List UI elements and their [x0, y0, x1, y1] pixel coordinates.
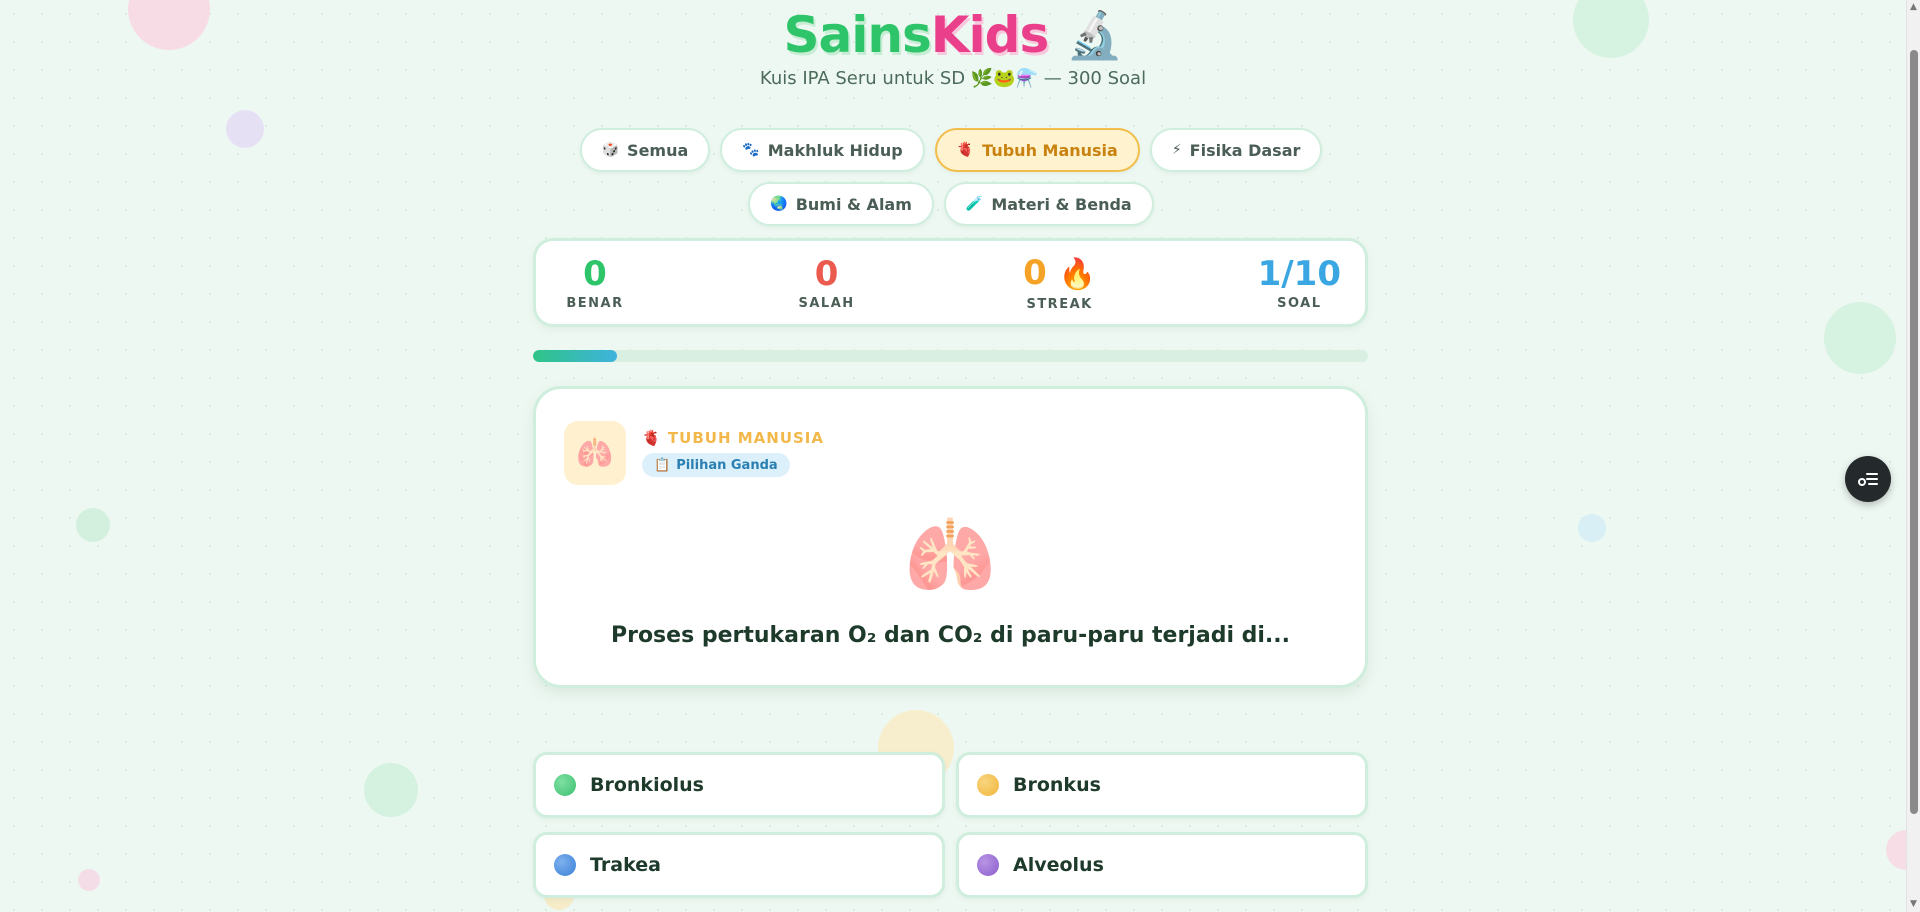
answer-label: Bronkiolus	[590, 774, 704, 796]
globe-icon: 🌏	[770, 196, 788, 212]
paw-icon: 🐾	[742, 142, 760, 158]
lungs-icon: 🫁	[564, 421, 626, 485]
tab-label: Makhluk Hidup	[767, 140, 903, 160]
question-counter: 1/10	[1257, 254, 1341, 294]
answer-label: Trakea	[590, 854, 661, 876]
correct-count: 0	[583, 254, 607, 294]
lightning-icon: ⚡	[1171, 142, 1182, 158]
tab-makhluk-hidup[interactable]: 🐾 Makhluk Hidup	[720, 128, 925, 172]
decor-blob	[226, 110, 264, 148]
question-illustration-lungs-icon: 🫁	[904, 513, 997, 599]
stat-question: 1/10 SOAL	[1258, 254, 1341, 311]
question-category: 🫀 TUBUH MANUSIA	[642, 429, 824, 447]
app-header: SainsKids 🔬 Kuis IPA Seru untuk SD 🌿🐸⚗️ …	[0, 6, 1906, 89]
tab-materi-benda[interactable]: 🧪 Materi & Benda	[943, 182, 1154, 226]
tab-tubuh-manusia[interactable]: 🫀 Tubuh Manusia	[934, 128, 1140, 172]
tab-label: Fisika Dasar	[1189, 140, 1301, 160]
stat-streak: 0 🔥 STREAK	[1023, 253, 1096, 312]
answer-option-1[interactable]: Bronkiolus	[533, 752, 945, 818]
app-subtitle: Kuis IPA Seru untuk SD 🌿🐸⚗️ — 300 Soal	[759, 68, 1147, 89]
quiz-progress-bar	[533, 350, 1368, 362]
decor-blob	[78, 869, 100, 891]
answer-dot	[554, 774, 576, 796]
answer-label: Bronkus	[1013, 774, 1101, 796]
answer-dot	[554, 854, 576, 876]
logo-text-kids: Kids	[930, 6, 1049, 64]
page-scrollbar[interactable]: ▲ ▼	[1906, 0, 1920, 912]
answer-option-2[interactable]: Bronkus	[956, 752, 1368, 818]
question-type-label: Pilihan Ganda	[676, 457, 778, 473]
question-text: Proses pertukaran O₂ dan CO₂ di paru-par…	[610, 623, 1291, 648]
answer-option-4[interactable]: Alveolus	[956, 832, 1368, 898]
streak-label: STREAK	[1026, 297, 1093, 312]
scroll-down-icon[interactable]: ▼	[1910, 899, 1917, 909]
decor-blob	[1578, 514, 1606, 542]
tab-label: Materi & Benda	[991, 194, 1132, 214]
question-type-badge: 📋 Pilihan Ganda	[642, 453, 790, 477]
tab-label: Tubuh Manusia	[982, 140, 1118, 160]
checklist-button[interactable]	[1845, 456, 1891, 502]
stat-correct: 0 BENAR	[560, 254, 630, 311]
decor-blob	[1824, 302, 1896, 374]
heart-organ-icon: 🫀	[642, 429, 662, 447]
scrollbar-thumb[interactable]	[1910, 50, 1918, 814]
answer-dot	[977, 854, 999, 876]
answer-label: Alveolus	[1013, 854, 1104, 876]
checklist-icon	[1858, 473, 1878, 486]
answer-option-3[interactable]: Trakea	[533, 832, 945, 898]
correct-label: BENAR	[566, 296, 624, 311]
tab-semua[interactable]: 🎲 Semua	[579, 128, 711, 172]
quiz-progress-fill	[533, 350, 617, 362]
question-category-label: TUBUH MANUSIA	[667, 429, 824, 447]
dice-icon: 🎲	[601, 142, 620, 158]
heart-organ-icon: 🫀	[956, 142, 975, 158]
scroll-up-icon[interactable]: ▲	[1910, 2, 1917, 12]
tab-bumi-alam[interactable]: 🌏 Bumi & Alam	[748, 182, 934, 226]
answer-dot	[977, 774, 999, 796]
wrong-count: 0	[814, 254, 839, 294]
fire-icon: 🔥	[1058, 257, 1097, 292]
stat-wrong: 0 SALAH	[792, 254, 862, 311]
tab-label: Semua	[627, 140, 689, 160]
tab-fisika-dasar[interactable]: ⚡ Fisika Dasar	[1149, 128, 1323, 172]
app-logo: SainsKids 🔬	[783, 6, 1124, 64]
question-label: SOAL	[1277, 296, 1322, 311]
test-tube-icon: 🧪	[965, 196, 984, 212]
microscope-icon: 🔬	[1066, 7, 1123, 62]
tab-label: Bumi & Alam	[795, 194, 912, 214]
question-card: 🫁 🫀 TUBUH MANUSIA 📋 Pilihan Ganda 🫁 Prose…	[533, 386, 1368, 688]
score-panel: 0 BENAR 0 SALAH 0 🔥 STREAK 1/10 SOAL	[533, 238, 1368, 327]
decor-blob	[364, 763, 418, 817]
decor-blob	[76, 508, 110, 542]
category-tabs: 🎲 Semua 🐾 Makhluk Hidup 🫀 Tubuh Manusia ⚡ Fi…	[534, 128, 1368, 226]
streak-count: 0	[1023, 253, 1047, 293]
wrong-label: SALAH	[798, 296, 855, 311]
clipboard-icon: 📋	[654, 457, 671, 473]
logo-text-sains: Sains	[783, 6, 932, 64]
